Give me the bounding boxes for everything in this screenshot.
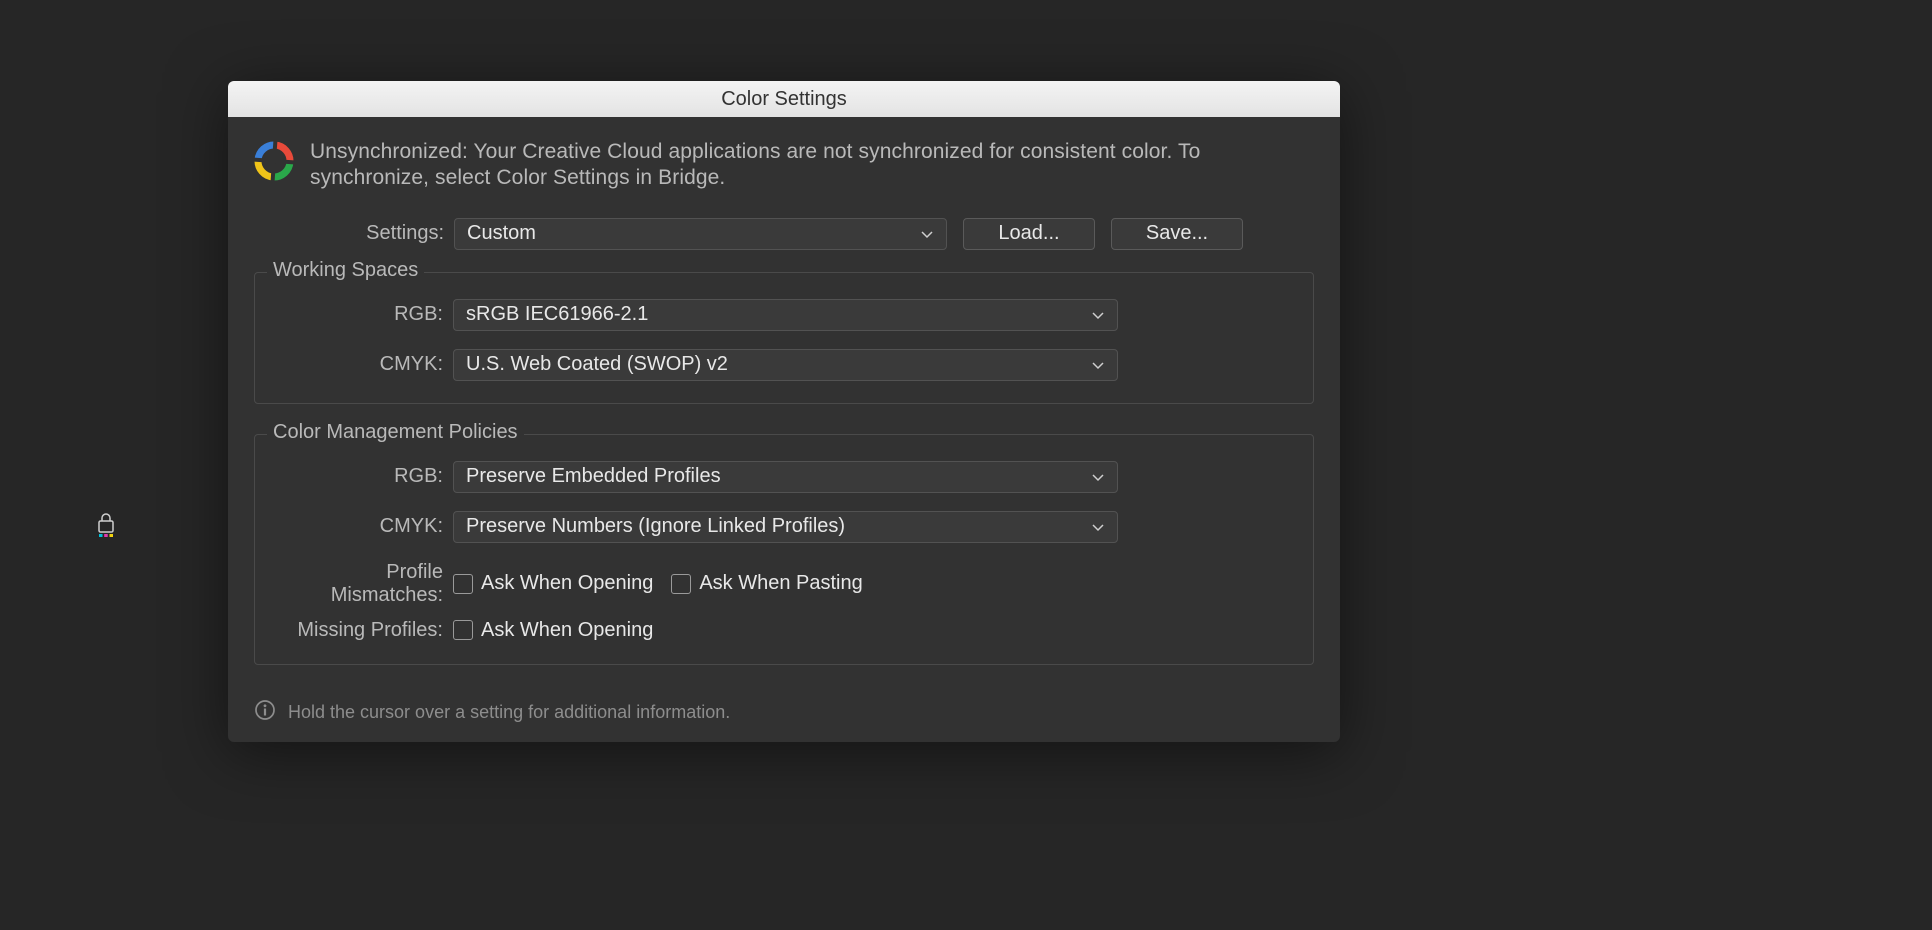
ws-cmyk-label: CMYK: xyxy=(269,353,453,376)
chevron-down-icon xyxy=(920,227,934,241)
pol-rgb-value: Preserve Embedded Profiles xyxy=(466,465,721,488)
sync-status-row: Unsynchronized: Your Creative Cloud appl… xyxy=(254,139,1314,192)
ws-rgb-row: RGB: sRGB IEC61966-2.1 xyxy=(269,299,1299,331)
chevron-down-icon xyxy=(1091,520,1105,534)
mismatch-open-label: Ask When Opening xyxy=(481,572,653,595)
mismatch-open-item: Ask When Opening xyxy=(453,572,653,595)
policies-group: Color Management Policies RGB: Preserve … xyxy=(254,434,1314,665)
settings-label: Settings: xyxy=(254,222,454,245)
sync-status-text: Unsynchronized: Your Creative Cloud appl… xyxy=(310,139,1314,192)
dialog-body: Unsynchronized: Your Creative Cloud appl… xyxy=(228,117,1340,742)
load-button-label: Load... xyxy=(998,222,1059,245)
missing-open-label: Ask When Opening xyxy=(481,619,653,642)
sync-status-icon xyxy=(254,141,294,181)
pol-cmyk-value: Preserve Numbers (Ignore Linked Profiles… xyxy=(466,515,845,538)
chevron-down-icon xyxy=(1091,470,1105,484)
pol-cmyk-dropdown[interactable]: Preserve Numbers (Ignore Linked Profiles… xyxy=(453,511,1118,543)
info-hint-row: Hold the cursor over a setting for addit… xyxy=(254,695,1314,742)
pol-cmyk-row: CMYK: Preserve Numbers (Ignore Linked Pr… xyxy=(269,511,1299,543)
pol-rgb-dropdown[interactable]: Preserve Embedded Profiles xyxy=(453,461,1118,493)
ws-cmyk-row: CMYK: U.S. Web Coated (SWOP) v2 xyxy=(269,349,1299,381)
settings-dropdown-value: Custom xyxy=(467,222,536,245)
settings-dropdown[interactable]: Custom xyxy=(454,218,947,250)
save-button[interactable]: Save... xyxy=(1111,218,1243,250)
chevron-down-icon xyxy=(1091,358,1105,372)
ws-rgb-dropdown[interactable]: sRGB IEC61966-2.1 xyxy=(453,299,1118,331)
mismatches-row: Profile Mismatches: Ask When Opening Ask… xyxy=(269,561,1299,607)
missing-label: Missing Profiles: xyxy=(269,619,453,642)
working-spaces-legend: Working Spaces xyxy=(267,259,424,282)
settings-row: Settings: Custom Load... Save... xyxy=(254,218,1314,250)
policies-legend: Color Management Policies xyxy=(267,421,524,444)
pol-cmyk-label: CMYK: xyxy=(269,515,453,538)
info-icon xyxy=(254,699,276,726)
pol-rgb-row: RGB: Preserve Embedded Profiles xyxy=(269,461,1299,493)
dialog-title: Color Settings xyxy=(721,88,847,111)
mismatch-open-checkbox[interactable] xyxy=(453,574,473,594)
ws-cmyk-value: U.S. Web Coated (SWOP) v2 xyxy=(466,353,728,376)
mismatch-paste-checkbox[interactable] xyxy=(671,574,691,594)
pol-rgb-label: RGB: xyxy=(269,465,453,488)
missing-open-item: Ask When Opening xyxy=(453,619,653,642)
info-hint-text: Hold the cursor over a setting for addit… xyxy=(288,702,730,723)
mismatch-paste-label: Ask When Pasting xyxy=(699,572,862,595)
mismatches-label: Profile Mismatches: xyxy=(269,561,453,607)
ws-cmyk-dropdown[interactable]: U.S. Web Coated (SWOP) v2 xyxy=(453,349,1118,381)
lock-icon xyxy=(95,510,117,544)
ws-rgb-value: sRGB IEC61966-2.1 xyxy=(466,303,648,326)
dialog-titlebar: Color Settings xyxy=(228,81,1340,117)
save-button-label: Save... xyxy=(1146,222,1208,245)
load-button[interactable]: Load... xyxy=(963,218,1095,250)
chevron-down-icon xyxy=(1091,308,1105,322)
working-spaces-group: Working Spaces RGB: sRGB IEC61966-2.1 CM… xyxy=(254,272,1314,404)
missing-open-checkbox[interactable] xyxy=(453,620,473,640)
color-settings-dialog: Color Settings Unsynchronized: Your Crea… xyxy=(228,81,1340,742)
ws-rgb-label: RGB: xyxy=(269,303,453,326)
mismatch-paste-item: Ask When Pasting xyxy=(671,572,862,595)
missing-row: Missing Profiles: Ask When Opening xyxy=(269,619,1299,642)
